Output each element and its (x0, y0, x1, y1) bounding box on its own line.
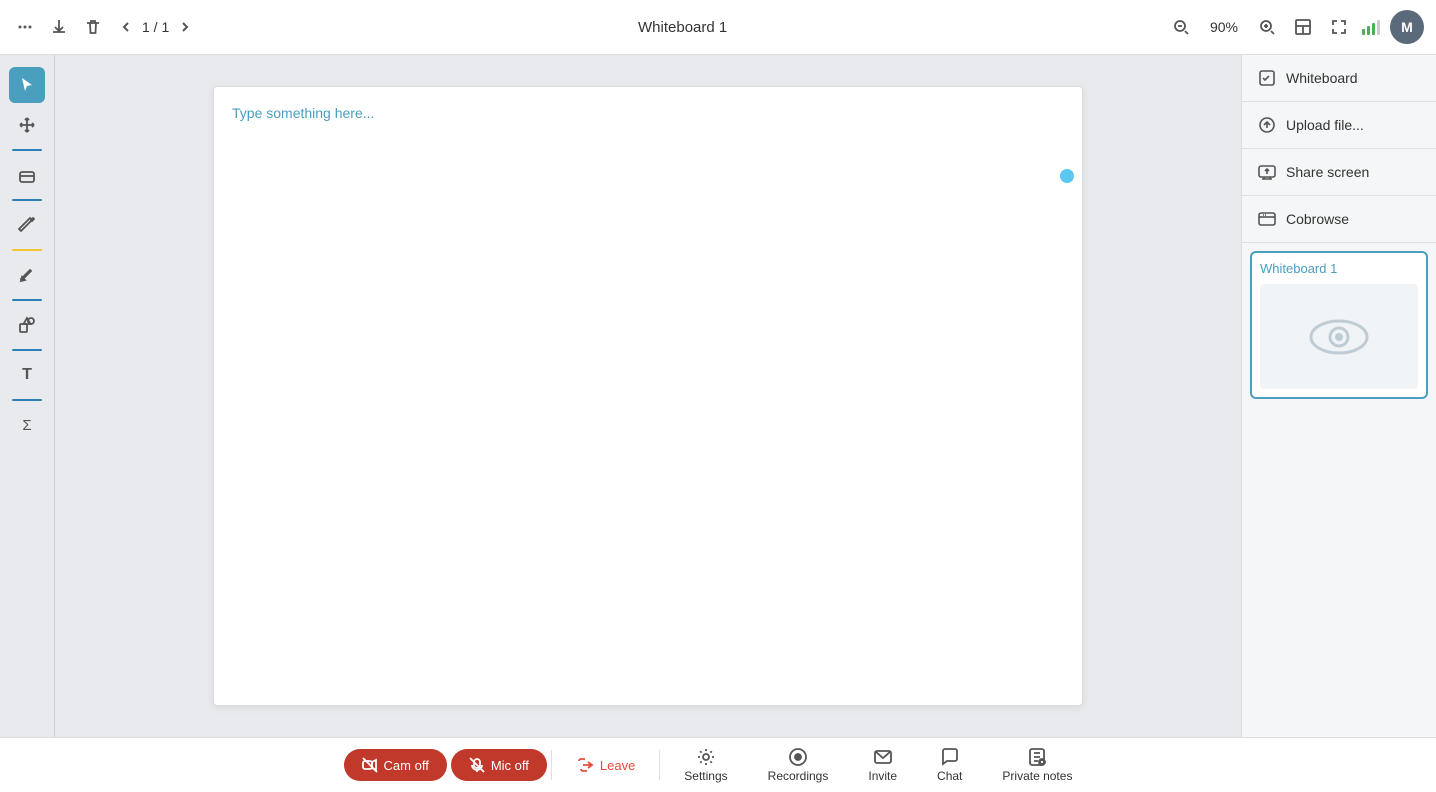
chat-label: Chat (937, 769, 962, 783)
settings-icon (696, 747, 716, 767)
recordings-button[interactable]: Recordings (748, 741, 849, 789)
whiteboard-thumb-preview (1260, 284, 1418, 389)
page-navigation: 1 / 1 (114, 15, 197, 39)
text-tool-icon: T (22, 366, 32, 384)
fullscreen-button[interactable] (1326, 14, 1352, 40)
whiteboard-thumb-card[interactable]: Whiteboard 1 (1250, 251, 1428, 399)
whiteboard-thumb-title: Whiteboard 1 (1260, 261, 1418, 276)
text-tool-button[interactable]: T (9, 357, 45, 393)
share-screen-menu-label: Share screen (1286, 164, 1369, 180)
whiteboard-menu-label: Whiteboard (1286, 70, 1358, 86)
whiteboard-thumbnail-section: Whiteboard 1 (1242, 243, 1436, 407)
whiteboard-menu-icon (1258, 69, 1276, 87)
page-indicator: 1 / 1 (142, 19, 169, 35)
recordings-label: Recordings (768, 769, 829, 783)
main-area: T Σ Type something here... Whiteboard Up… (0, 55, 1436, 737)
whiteboard-canvas[interactable]: Type something here... (213, 86, 1083, 706)
recordings-icon (788, 747, 808, 767)
invite-button[interactable]: Invite (848, 741, 917, 789)
zoom-in-button[interactable] (1254, 14, 1280, 40)
zoom-level: 90% (1204, 19, 1244, 35)
layout-button[interactable] (1290, 14, 1316, 40)
zoom-out-button[interactable] (1168, 14, 1194, 40)
separator-2 (659, 750, 660, 780)
more-menu-button[interactable] (12, 14, 38, 40)
cobrowse-menu-label: Cobrowse (1286, 211, 1349, 227)
private-notes-button[interactable]: Private notes (982, 741, 1092, 789)
chat-icon (940, 747, 960, 767)
pen-tool-button[interactable] (9, 207, 45, 243)
left-toolbar: T Σ (0, 55, 55, 737)
whiteboard-menu-item[interactable]: Whiteboard (1242, 55, 1436, 102)
select-tool-button[interactable] (9, 67, 45, 103)
eye-icon (1309, 317, 1369, 357)
toolbar-divider-6 (12, 399, 42, 401)
upload-icon (1258, 116, 1276, 134)
cobrowse-icon (1258, 210, 1276, 228)
private-notes-icon (1027, 747, 1047, 767)
toolbar-divider-3 (12, 249, 42, 251)
settings-label: Settings (684, 769, 727, 783)
mic-off-icon (469, 757, 485, 773)
settings-button[interactable]: Settings (664, 741, 747, 789)
download-button[interactable] (46, 14, 72, 40)
mic-off-label: Mic off (491, 758, 529, 773)
move-tool-button[interactable] (9, 107, 45, 143)
cam-off-label: Cam off (384, 758, 429, 773)
bottom-bar: Cam off Mic off Leave Settings Recording… (0, 737, 1436, 792)
upload-file-menu-item[interactable]: Upload file... (1242, 102, 1436, 149)
toolbar-divider-4 (12, 299, 42, 301)
canvas-placeholder: Type something here... (232, 105, 374, 121)
top-bar-right: 90% M (1168, 10, 1424, 44)
private-notes-label: Private notes (1002, 769, 1072, 783)
toolbar-divider-1 (12, 149, 42, 151)
invite-label: Invite (868, 769, 897, 783)
toolbar-divider-2 (12, 199, 42, 201)
leave-icon (576, 756, 594, 774)
cam-off-button[interactable]: Cam off (344, 749, 447, 781)
toolbar-divider-5 (12, 349, 42, 351)
formula-tool-icon: Σ (22, 417, 31, 434)
leave-label: Leave (600, 758, 635, 773)
chat-button[interactable]: Chat (917, 741, 982, 789)
top-bar-left: 1 / 1 (12, 14, 197, 40)
signal-strength-icon (1362, 20, 1380, 35)
eraser-tool-button[interactable] (9, 157, 45, 193)
whiteboard-title: Whiteboard 1 (205, 19, 1160, 36)
separator-1 (551, 750, 552, 780)
share-screen-icon (1258, 163, 1276, 181)
share-screen-menu-item[interactable]: Share screen (1242, 149, 1436, 196)
prev-page-button[interactable] (114, 15, 138, 39)
user-avatar-button[interactable]: M (1390, 10, 1424, 44)
delete-button[interactable] (80, 14, 106, 40)
next-page-button[interactable] (173, 15, 197, 39)
cobrowse-menu-item[interactable]: Cobrowse (1242, 196, 1436, 243)
cam-off-icon (362, 757, 378, 773)
canvas-area[interactable]: Type something here... (55, 55, 1241, 737)
top-bar: 1 / 1 Whiteboard 1 90% M (0, 0, 1436, 55)
shapes-tool-button[interactable] (9, 307, 45, 343)
mic-off-button[interactable]: Mic off (451, 749, 547, 781)
right-panel: Whiteboard Upload file... Share screen C… (1241, 55, 1436, 737)
upload-file-menu-label: Upload file... (1286, 117, 1364, 133)
highlight-tool-button[interactable] (9, 257, 45, 293)
formula-tool-button[interactable]: Σ (9, 407, 45, 443)
cursor-indicator (1060, 169, 1074, 183)
leave-button[interactable]: Leave (556, 750, 655, 780)
invite-icon (873, 747, 893, 767)
